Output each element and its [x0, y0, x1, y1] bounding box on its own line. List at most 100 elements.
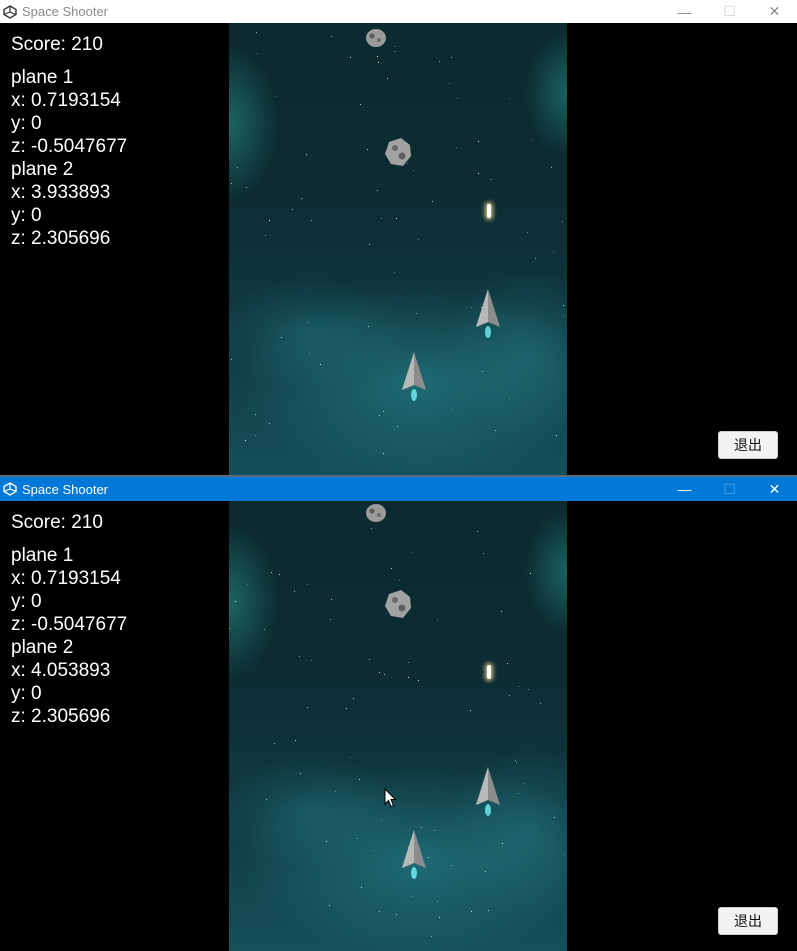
- star: [335, 791, 336, 792]
- star: [418, 680, 419, 681]
- star: [301, 198, 302, 199]
- star: [384, 674, 385, 675]
- star: [346, 708, 347, 709]
- star: [396, 218, 397, 219]
- hud: Score: 210 plane 1 x: 0.7193154 y: 0 z: …: [11, 33, 127, 250]
- star: [531, 140, 532, 141]
- star: [326, 841, 327, 842]
- plane1-x: x: 0.7193154: [11, 568, 121, 589]
- star: [408, 662, 409, 663]
- maximize-icon[interactable]: ☐: [707, 477, 752, 501]
- star: [235, 601, 236, 602]
- star: [361, 887, 362, 888]
- star: [412, 896, 413, 897]
- close-icon[interactable]: ✕: [752, 0, 797, 23]
- star: [437, 901, 438, 902]
- star: [391, 568, 392, 569]
- star: [379, 911, 380, 912]
- star: [271, 572, 272, 573]
- star: [563, 854, 564, 855]
- star: [516, 762, 517, 763]
- star: [434, 830, 435, 831]
- star: [563, 316, 564, 317]
- player-ship-icon: [402, 830, 426, 879]
- star: [377, 56, 378, 57]
- enemy-ship-icon: [476, 767, 500, 816]
- unity-logo-icon: [3, 4, 17, 19]
- plane2-y: y: 0: [11, 683, 42, 704]
- star: [308, 322, 309, 323]
- title-bar[interactable]: Space Shooter — ☐ ✕: [0, 477, 797, 501]
- star: [485, 871, 486, 872]
- starfield: [229, 501, 567, 951]
- plane2-x: x: 3.933893: [11, 182, 111, 203]
- star: [353, 698, 354, 699]
- star: [471, 307, 472, 308]
- star: [509, 98, 510, 99]
- star: [490, 179, 491, 180]
- star: [269, 423, 270, 424]
- star: [428, 857, 429, 858]
- star: [495, 430, 496, 431]
- window-title: Space Shooter: [22, 481, 109, 497]
- maximize-icon[interactable]: ☐: [707, 0, 752, 23]
- star: [256, 32, 257, 33]
- star: [231, 359, 232, 360]
- star: [377, 190, 378, 191]
- plane1-z: z: -0.5047677: [11, 136, 128, 157]
- star: [381, 820, 382, 821]
- star: [299, 656, 300, 657]
- star: [266, 799, 267, 800]
- plane2-label: plane 2: [11, 159, 74, 180]
- exit-button[interactable]: 退出: [718, 431, 778, 459]
- star: [379, 672, 380, 673]
- star: [507, 663, 508, 664]
- plane2-x: x: 4.053893: [11, 660, 111, 681]
- star: [515, 760, 516, 761]
- asteroid-icon: [385, 138, 411, 166]
- window-title: Space Shooter: [22, 4, 109, 19]
- close-icon[interactable]: ✕: [752, 477, 797, 501]
- plane2-y: y: 0: [11, 205, 42, 226]
- plane1-label: plane 1: [11, 67, 74, 88]
- star: [311, 660, 312, 661]
- asteroid-icon: [385, 590, 411, 618]
- star: [320, 364, 321, 365]
- star: [451, 865, 452, 866]
- minimize-icon[interactable]: —: [662, 477, 707, 501]
- star: [431, 936, 432, 937]
- star: [383, 411, 384, 412]
- enemy-ship-icon: [476, 289, 500, 338]
- star: [331, 599, 332, 600]
- plane2-label: plane 2: [11, 637, 74, 658]
- star: [279, 574, 280, 575]
- star: [311, 220, 312, 221]
- star: [368, 326, 369, 327]
- game-window-top: Space Shooter — ☐ ✕ Score: 210 plane 1 x…: [0, 0, 797, 475]
- star: [502, 843, 503, 844]
- star: [381, 218, 382, 219]
- star: [307, 584, 308, 585]
- star: [451, 57, 452, 58]
- star: [394, 272, 395, 273]
- game-viewport: Score: 210 plane 1 x: 0.7193154 y: 0 z: …: [0, 501, 797, 951]
- star: [509, 695, 510, 696]
- star: [452, 409, 453, 410]
- star: [359, 779, 360, 780]
- star: [229, 628, 230, 629]
- exit-button[interactable]: 退出: [718, 907, 778, 935]
- star: [483, 553, 484, 554]
- star: [265, 235, 266, 236]
- star: [540, 703, 541, 704]
- star: [488, 910, 489, 911]
- player-ship-icon: [402, 352, 426, 401]
- minimize-icon[interactable]: —: [662, 0, 707, 23]
- title-bar[interactable]: Space Shooter — ☐ ✕: [0, 0, 797, 23]
- asteroid-icon: [366, 504, 386, 522]
- star: [246, 187, 247, 188]
- star: [294, 591, 295, 592]
- star: [231, 183, 232, 184]
- star: [329, 905, 330, 906]
- star: [237, 167, 238, 168]
- star: [556, 435, 557, 436]
